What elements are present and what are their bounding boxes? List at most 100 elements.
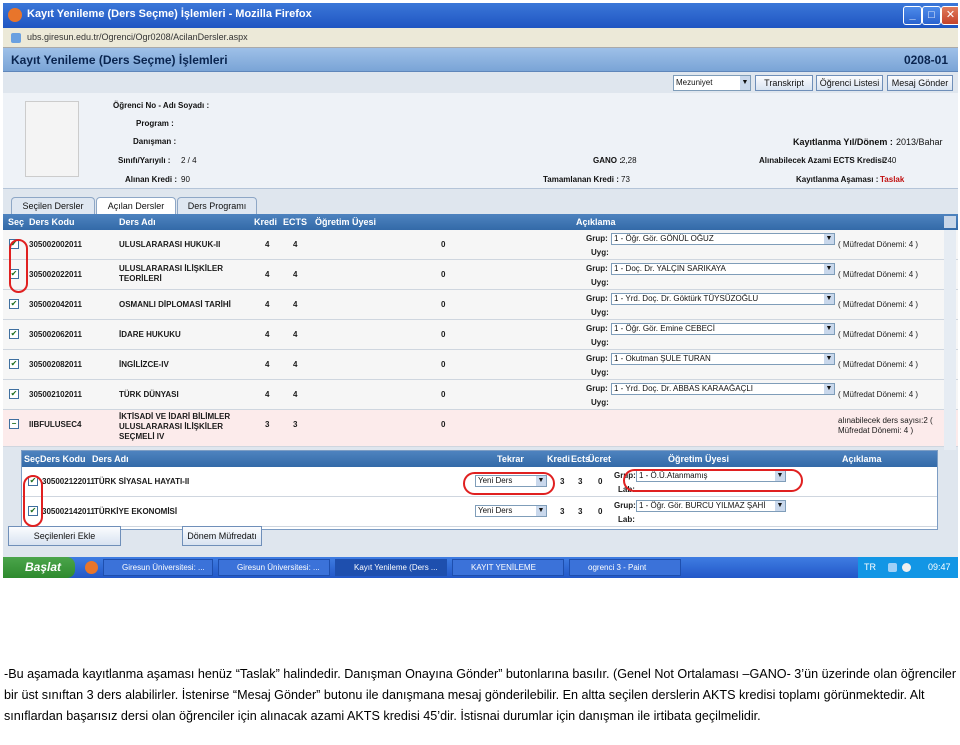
language-indicator[interactable]: TR <box>864 557 876 578</box>
chevron-down-icon: ▼ <box>824 324 834 334</box>
donem-value: 2013/Bahar <box>896 137 943 147</box>
row-kredi: 4 <box>265 300 270 309</box>
row-ders-adi: İDARE HUKUKU <box>119 330 181 339</box>
row-ders-adi: TÜRK DÜNYASI <box>119 390 179 399</box>
task-giresun-2[interactable]: Giresun Üniversitesi: ... <box>218 559 330 576</box>
table-row: ✔ 305002062011 İDARE HUKUKU 4 4 0 Grup: 1 - Öğr… <box>3 320 958 350</box>
selected-ucret: 0 <box>598 507 603 516</box>
close-button[interactable]: ✕ <box>941 6 958 25</box>
chevron-down-icon: ▼ <box>824 294 834 304</box>
asama-label: Kayıtlanma Aşaması : <box>796 175 879 184</box>
page-header: Kayıt Yenileme (Ders Seçme) İşlemleri 02… <box>3 48 958 72</box>
tab-ders-programi[interactable]: Ders Programı <box>177 197 257 214</box>
row-aciklama: alınabilecek ders sayısı:2 ( Müfredat Dö… <box>838 416 933 435</box>
row-kredi: 4 <box>265 330 270 339</box>
task-paint[interactable]: ogrenci 3 - Paint <box>569 559 681 576</box>
row-kredi: 3 <box>265 420 270 429</box>
grup-select-value: 1 - Okutman ŞULE TURAN <box>614 354 711 363</box>
selected-kredi: 3 <box>560 507 565 516</box>
grup-label: Grup: <box>586 354 608 363</box>
task-kayit-yenileme-folder[interactable]: KAYIT YENİLEME <box>452 559 564 576</box>
row-ders-kodu: 305002022011 <box>29 270 82 279</box>
grid-scrollbar[interactable] <box>944 230 956 450</box>
grup-label: Grup: <box>586 384 608 393</box>
grup-select[interactable]: 1 - Öğr. Gör. GÖNÜL OĞUZ ▼ <box>611 233 835 245</box>
sub-col-aciklama: Açıklama <box>842 454 882 464</box>
row-ogretim: 0 <box>441 240 446 249</box>
row-checkbox[interactable]: ✔ <box>9 329 19 339</box>
donem-mufredati-button[interactable]: Dönem Müfredatı <box>182 526 262 546</box>
selected-kredi: 3 <box>560 477 565 486</box>
annotation-circle-checkboxes <box>9 239 28 293</box>
grup-select[interactable]: 1 - Yrd. Doç. Dr. Göktürk TÜYSÜZOĞLU ▼ <box>611 293 835 305</box>
window-title: Kayıt Yenileme (Ders Seçme) İşlemleri - … <box>27 8 312 20</box>
maximize-button[interactable]: □ <box>922 6 941 25</box>
row-checkbox[interactable]: − <box>9 419 19 429</box>
col-ders-adi: Ders Adı <box>119 217 156 227</box>
volume-icon[interactable] <box>902 563 911 572</box>
start-button[interactable]: Başlat <box>3 557 75 578</box>
sub-col-tekrar: Tekrar <box>497 454 524 464</box>
row-aciklama: ( Müfredat Dönemi: 4 ) <box>838 390 919 399</box>
row-kredi: 4 <box>265 390 270 399</box>
row-ogretim: 0 <box>441 300 446 309</box>
transkript-button[interactable]: Transkript <box>755 75 813 91</box>
row-ects: 3 <box>293 420 298 429</box>
sub-col-ucret: Ücret <box>588 454 612 464</box>
grup-select[interactable]: 1 - Yrd. Doç. Dr. ABBAS KARAAĞAÇLI ▼ <box>611 383 835 395</box>
row-ders-kodu: 305002102011 <box>29 390 82 399</box>
row-ects: 4 <box>293 270 298 279</box>
table-row: ✔ 305002082011 İNGİLİZCE-IV 4 4 0 Grup: 1 - Oku… <box>3 350 958 380</box>
row-ders-kodu: 305002042011 <box>29 300 82 309</box>
network-icon[interactable] <box>888 563 897 572</box>
minimize-button[interactable]: _ <box>903 6 922 25</box>
selected-grup-select-value: 1 - Öğr. Gör. BURCU YILMAZ ŞAHİ <box>639 501 766 510</box>
donem-label: Kayıtlanma Yıl/Dönem : <box>793 137 893 147</box>
uyg-label: Uyg: <box>591 308 609 317</box>
ogrenci-listesi-button[interactable]: Öğrenci Listesi <box>816 75 883 91</box>
mezuniyet-select-value: Mezuniyet <box>676 78 713 87</box>
azami-ects-label: Alınabilecek Azami ECTS Kredisi: <box>759 156 887 165</box>
grup-select[interactable]: 1 - Öğr. Gör. Emine CEBECİ ▼ <box>611 323 835 335</box>
sinif-label: Sınıfı/Yarıyılı : <box>118 156 171 165</box>
row-ogretim: 0 <box>441 390 446 399</box>
table-row: ✔ 305002002011 ULUSLARARASI HUKUK-II 4 4 0 Gru… <box>3 230 958 260</box>
selected-grup-select[interactable]: 1 - Öğr. Gör. BURCU YILMAZ ŞAHİ ▼ <box>636 500 786 512</box>
scroll-up-icon[interactable] <box>944 216 956 228</box>
table-row: ✔ 305002042011 OSMANLI DİPLOMASİ TARİHİ 4 4 0… <box>3 290 958 320</box>
row-checkbox[interactable]: ✔ <box>9 389 19 399</box>
tekrar-select[interactable]: Yeni Ders ▼ <box>475 505 547 517</box>
secilenleri-ekle-button[interactable]: Seçilenleri Ekle <box>8 526 121 546</box>
annotation-circle-selected <box>23 475 43 527</box>
grup-select[interactable]: 1 - Okutman ŞULE TURAN ▼ <box>611 353 835 365</box>
uyg-label: Uyg: <box>591 368 609 377</box>
grup-select-value: 1 - Öğr. Gör. Emine CEBECİ <box>614 324 715 333</box>
tab-acilan-dersler[interactable]: Açılan Dersler <box>96 197 176 214</box>
task-kayit-yenileme-browser[interactable]: Kayıt Yenileme (Ders ... <box>335 559 447 576</box>
chevron-down-icon: ▼ <box>824 234 834 244</box>
asama-value: Taslak <box>880 175 905 184</box>
row-ders-kodu: 305002002011 <box>29 240 82 249</box>
grup-select-value: 1 - Öğr. Gör. GÖNÜL OĞUZ <box>614 234 714 243</box>
chevron-down-icon: ▼ <box>740 76 750 90</box>
mesaj-gonder-button[interactable]: Mesaj Gönder <box>887 75 953 91</box>
task-giresun-1[interactable]: Giresun Üniversitesi: ... <box>103 559 213 576</box>
url-text[interactable]: ubs.giresun.edu.tr/Ogrenci/Ogr0208/Acila… <box>27 32 248 42</box>
row-ders-kodu: 305002062011 <box>29 330 82 339</box>
gano-value: 2,28 <box>621 156 637 165</box>
screenshot: Kayıt Yenileme (Ders Seçme) İşlemleri - … <box>3 3 958 578</box>
sinif-value: 2 / 4 <box>181 156 197 165</box>
chevron-down-icon: ▼ <box>824 264 834 274</box>
site-icon <box>11 33 21 43</box>
grup-select[interactable]: 1 - Doç. Dr. YALÇIN SARIKAYA ▼ <box>611 263 835 275</box>
tab-secilen-dersler[interactable]: Seçilen Dersler <box>11 197 95 214</box>
row-checkbox[interactable]: ✔ <box>9 359 19 369</box>
tamamlanan-kredi-value: 73 <box>621 175 630 184</box>
alinan-kredi-label: Alınan Kredi : <box>125 175 178 184</box>
row-checkbox[interactable]: ✔ <box>9 299 19 309</box>
row-ogretim: 0 <box>441 330 446 339</box>
firefox-quicklaunch-icon[interactable] <box>85 561 98 574</box>
address-bar[interactable]: ubs.giresun.edu.tr/Ogrenci/Ogr0208/Acila… <box>3 28 958 48</box>
annotation-circle-ogretim <box>623 469 803 492</box>
mezuniyet-select[interactable]: Mezuniyet ▼ <box>673 75 751 91</box>
